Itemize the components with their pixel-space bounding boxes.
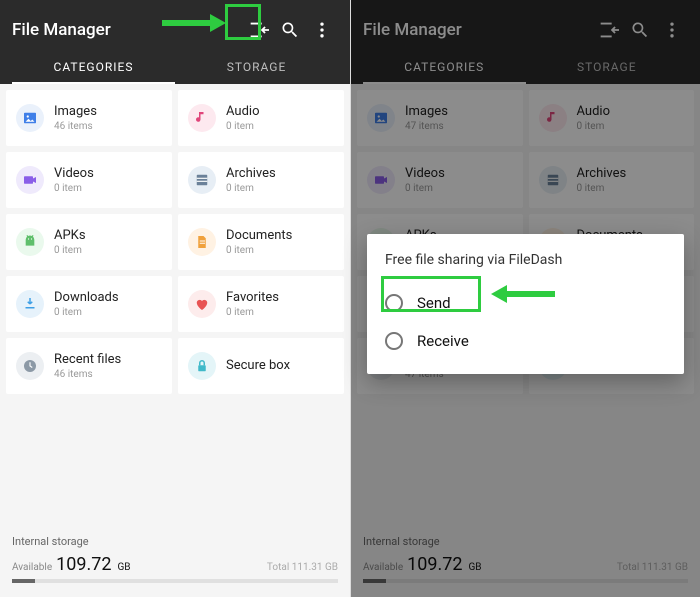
category-audio[interactable]: Audio 0 item <box>178 90 344 146</box>
category-favorites[interactable]: Favorites 0 item <box>178 276 344 332</box>
category-count: 0 item <box>226 121 259 132</box>
categories-grid: Images46 itemsAudio0 itemVideos0 itemArc… <box>0 84 350 400</box>
option-receive-label: Receive <box>417 332 469 350</box>
storage-footer: Internal storage Available 109.72 GB Tot… <box>0 525 350 597</box>
tab-storage[interactable]: STORAGE <box>175 50 338 84</box>
app-title: File Manager <box>12 20 242 40</box>
transfer-icon[interactable] <box>242 19 274 41</box>
available-value: 109.72 <box>56 554 111 575</box>
category-name: Recent files <box>54 352 121 367</box>
category-secure-box[interactable]: Secure box <box>178 338 344 394</box>
category-name: Videos <box>54 166 94 181</box>
category-count: 0 item <box>54 245 86 256</box>
filedash-dialog: Free file sharing via FileDash Send Rece… <box>367 234 684 374</box>
storage-unit: GB <box>117 562 130 573</box>
category-images[interactable]: Images 46 items <box>6 90 172 146</box>
more-icon[interactable] <box>306 20 338 40</box>
dialog-title: Free file sharing via FileDash <box>385 252 666 268</box>
category-apks[interactable]: APKs 0 item <box>6 214 172 270</box>
category-downloads[interactable]: Downloads 0 item <box>6 276 172 332</box>
lock-icon <box>188 352 216 380</box>
category-count: 0 item <box>226 245 292 256</box>
category-archives[interactable]: Archives 0 item <box>178 152 344 208</box>
download-icon <box>16 290 44 318</box>
radio-icon <box>385 332 403 350</box>
video-icon <box>16 166 44 194</box>
tab-categories[interactable]: CATEGORIES <box>12 50 175 84</box>
heart-icon <box>188 290 216 318</box>
category-name: Favorites <box>226 290 279 305</box>
search-icon[interactable] <box>274 20 306 40</box>
note-icon <box>188 104 216 132</box>
category-count: 46 items <box>54 121 97 132</box>
category-count: 0 item <box>54 183 94 194</box>
archive-icon <box>188 166 216 194</box>
category-count: 0 item <box>226 183 276 194</box>
option-receive[interactable]: Receive <box>385 322 666 360</box>
android-icon <box>16 228 44 256</box>
category-name: Downloads <box>54 290 119 305</box>
doc-icon <box>188 228 216 256</box>
header: File Manager CATEGORIES STORAGE <box>0 0 350 84</box>
option-send-label: Send <box>417 294 451 312</box>
category-count: 46 items <box>54 369 121 380</box>
tabs: CATEGORIES STORAGE <box>12 50 338 84</box>
category-videos[interactable]: Videos 0 item <box>6 152 172 208</box>
total-label: Total 111.31 GB <box>267 562 338 573</box>
category-name: Secure box <box>226 358 290 373</box>
internal-storage-label: Internal storage <box>12 535 338 548</box>
category-count: 0 item <box>226 307 279 318</box>
option-send[interactable]: Send <box>385 284 666 322</box>
clock-icon <box>16 352 44 380</box>
category-name: APKs <box>54 228 86 243</box>
available-label: Available <box>12 562 52 573</box>
category-documents[interactable]: Documents 0 item <box>178 214 344 270</box>
image-icon <box>16 104 44 132</box>
category-name: Archives <box>226 166 276 181</box>
screen-right: File Manager CATEGORIES STORAGE Images47… <box>350 0 700 597</box>
titlebar: File Manager <box>12 10 338 50</box>
screen-left: File Manager CATEGORIES STORAGE Images 46… <box>0 0 350 597</box>
category-name: Images <box>54 104 97 119</box>
category-name: Audio <box>226 104 259 119</box>
storage-bar <box>12 579 338 583</box>
category-name: Documents <box>226 228 292 243</box>
category-recent-files[interactable]: Recent files 46 items <box>6 338 172 394</box>
category-count: 0 item <box>54 307 119 318</box>
radio-icon <box>385 294 403 312</box>
